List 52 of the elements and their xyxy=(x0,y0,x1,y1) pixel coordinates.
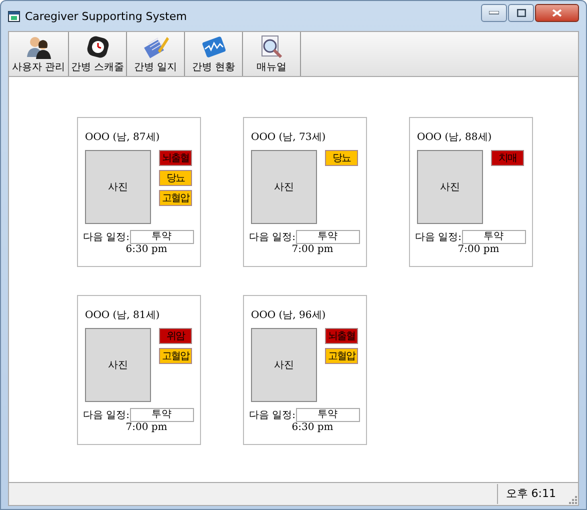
maximize-icon xyxy=(516,9,526,17)
patient-name: OOO (남, 73세) xyxy=(251,131,326,144)
schedule-field: 투약 xyxy=(296,230,360,244)
condition-tag: 고혈압 xyxy=(325,348,358,364)
condition-tag: 위암 xyxy=(159,328,192,344)
photo-caption: 사진 xyxy=(274,181,294,194)
photo-caption: 사진 xyxy=(108,181,128,194)
schedule-time: 7:00 pm xyxy=(458,244,500,255)
condition-tag: 치매 xyxy=(491,150,524,166)
clock-icon xyxy=(86,35,110,59)
minimize-button[interactable] xyxy=(481,4,507,22)
window-title: Caregiver Supporting System xyxy=(25,10,187,22)
condition-tag: 고혈압 xyxy=(159,190,192,206)
photo-caption: 사진 xyxy=(440,181,460,194)
schedule-label: 다음 일정: xyxy=(83,231,130,244)
patient-name: OOO (남, 87세) xyxy=(85,131,160,144)
patient-name: OOO (남, 81세) xyxy=(85,309,160,322)
photo-caption: 사진 xyxy=(108,359,128,372)
schedule-label: 다음 일정: xyxy=(249,231,296,244)
maximize-button[interactable] xyxy=(508,4,534,22)
schedule-field: 투약 xyxy=(462,230,526,244)
close-icon xyxy=(552,9,562,17)
photo-caption: 사진 xyxy=(274,359,294,372)
condition-tag: 고혈압 xyxy=(159,348,192,364)
schedule-time: 7:00 pm xyxy=(126,422,168,433)
magnifier-document-icon xyxy=(258,35,284,59)
patient-name: OOO (남, 96세) xyxy=(251,309,326,322)
schedule-field: 투약 xyxy=(130,408,194,422)
schedule-time: 7:00 pm xyxy=(292,244,334,255)
minimize-icon xyxy=(489,11,499,15)
patient-name: OOO (남, 88세) xyxy=(417,131,492,144)
schedule-time: 6:30 pm xyxy=(126,244,168,255)
condition-tag: 당뇨 xyxy=(325,150,358,166)
close-button[interactable] xyxy=(535,4,579,22)
toolbar-button[interactable]: 사용자 관리 xyxy=(9,32,69,76)
toolbar-button[interactable]: 간병 현황 xyxy=(185,32,243,76)
condition-tag: 뇌출혈 xyxy=(159,150,192,166)
condition-tag: 당뇨 xyxy=(159,170,192,186)
schedule-label: 다음 일정: xyxy=(415,231,462,244)
users-icon xyxy=(26,35,52,59)
condition-tag: 뇌출혈 xyxy=(325,328,358,344)
schedule-field: 투약 xyxy=(130,230,194,244)
schedule-time: 6:30 pm xyxy=(292,422,334,433)
schedule-label: 다음 일정: xyxy=(249,409,296,422)
schedule-label: 다음 일정: xyxy=(83,409,130,422)
toolbar-button[interactable]: 간병 스캐줄 xyxy=(69,32,127,76)
toolbar-button[interactable]: 간병 일지 xyxy=(127,32,185,76)
resize-grip-icon[interactable] xyxy=(567,494,577,504)
window-icon xyxy=(8,10,20,22)
schedule-field: 투약 xyxy=(296,408,360,422)
toolbar-button[interactable]: 매뉴얼 xyxy=(243,32,301,76)
notebook-pen-icon xyxy=(142,35,168,59)
